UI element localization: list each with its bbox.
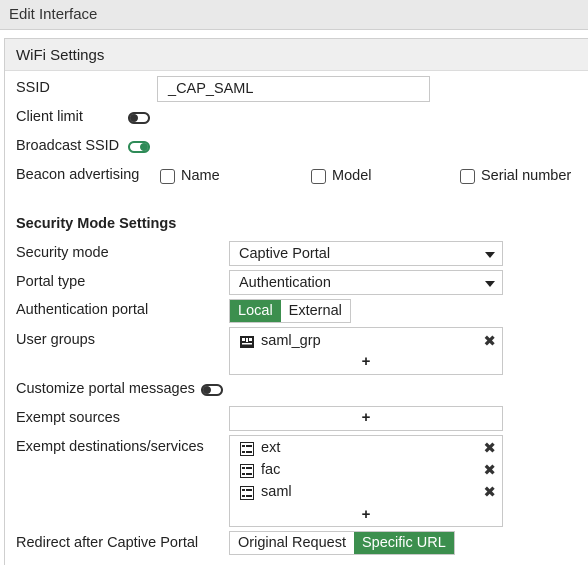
- security-section-title: Security Mode Settings: [16, 216, 177, 232]
- address-icon: [240, 486, 254, 500]
- list-item[interactable]: fac ✖: [230, 461, 502, 483]
- beacon-name-checkbox[interactable]: [160, 169, 175, 184]
- add-exempt-destination-button[interactable]: +: [230, 506, 502, 523]
- toggle-knob: [130, 114, 138, 122]
- auth-portal-external-option[interactable]: External: [280, 300, 350, 322]
- beacon-model-label: Model: [332, 168, 372, 184]
- ssid-input[interactable]: _CAP_SAML: [157, 76, 430, 102]
- wifi-settings-header: WiFi Settings: [5, 39, 588, 71]
- address-icon: [240, 442, 254, 456]
- user-group-icon: [240, 336, 254, 348]
- client-limit-toggle[interactable]: [128, 112, 150, 124]
- remove-icon[interactable]: ✖: [483, 483, 496, 501]
- security-mode-value: Captive Portal: [239, 246, 331, 262]
- redirect-label: Redirect after Captive Portal: [16, 535, 199, 551]
- security-mode-label: Security mode: [16, 245, 109, 261]
- chevron-down-icon: [485, 252, 495, 258]
- beacon-serial-label: Serial number: [481, 168, 572, 184]
- add-exempt-source-button[interactable]: +: [230, 409, 502, 426]
- portal-type-label: Portal type: [16, 274, 86, 290]
- exempt-destination-name: saml: [261, 484, 292, 500]
- remove-icon[interactable]: ✖: [483, 439, 496, 457]
- beacon-model-checkbox[interactable]: [311, 169, 326, 184]
- auth-portal-label: Authentication portal: [16, 302, 149, 318]
- auth-portal-local-option[interactable]: Local: [230, 300, 281, 322]
- customize-portal-label: Customize portal messages: [16, 381, 195, 397]
- portal-type-value: Authentication: [239, 275, 331, 291]
- chevron-down-icon: [485, 281, 495, 287]
- exempt-sources-label: Exempt sources: [16, 410, 120, 426]
- address-icon: [240, 464, 254, 478]
- window-title: Edit Interface: [0, 0, 588, 30]
- exempt-destination-name: fac: [261, 462, 281, 478]
- ssid-label: SSID: [16, 80, 50, 96]
- toggle-knob: [203, 386, 211, 394]
- broadcast-ssid-label: Broadcast SSID: [16, 138, 120, 154]
- redirect-specific-url-option[interactable]: Specific URL: [354, 532, 454, 554]
- client-limit-label: Client limit: [16, 109, 83, 125]
- exempt-sources-list[interactable]: +: [229, 406, 503, 431]
- add-user-group-button[interactable]: +: [230, 353, 502, 370]
- redirect-segmented: Original Request Specific URL: [229, 531, 455, 555]
- remove-icon[interactable]: ✖: [483, 461, 496, 479]
- exempt-destinations-label: Exempt destinations/services: [16, 439, 204, 455]
- broadcast-ssid-toggle[interactable]: [128, 141, 150, 153]
- customize-portal-toggle[interactable]: [201, 384, 223, 396]
- exempt-destination-name: ext: [261, 440, 281, 456]
- toggle-knob: [140, 143, 148, 151]
- auth-portal-segmented: Local External: [229, 299, 351, 323]
- beacon-serial-checkbox[interactable]: [460, 169, 475, 184]
- list-item[interactable]: saml_grp ✖: [230, 332, 502, 354]
- user-groups-list[interactable]: saml_grp ✖ +: [229, 327, 503, 375]
- list-item[interactable]: saml ✖: [230, 483, 502, 505]
- redirect-original-request-option[interactable]: Original Request: [230, 532, 354, 554]
- user-group-name: saml_grp: [261, 333, 321, 349]
- remove-icon[interactable]: ✖: [483, 332, 496, 350]
- beacon-advertising-label: Beacon advertising: [16, 167, 140, 183]
- beacon-name-label: Name: [181, 168, 220, 184]
- exempt-destinations-list[interactable]: ext ✖ fac ✖ saml ✖ +: [229, 435, 503, 527]
- portal-type-select[interactable]: Authentication: [229, 270, 503, 295]
- security-mode-select[interactable]: Captive Portal: [229, 241, 503, 266]
- user-groups-label: User groups: [16, 332, 95, 348]
- list-item[interactable]: ext ✖: [230, 439, 502, 461]
